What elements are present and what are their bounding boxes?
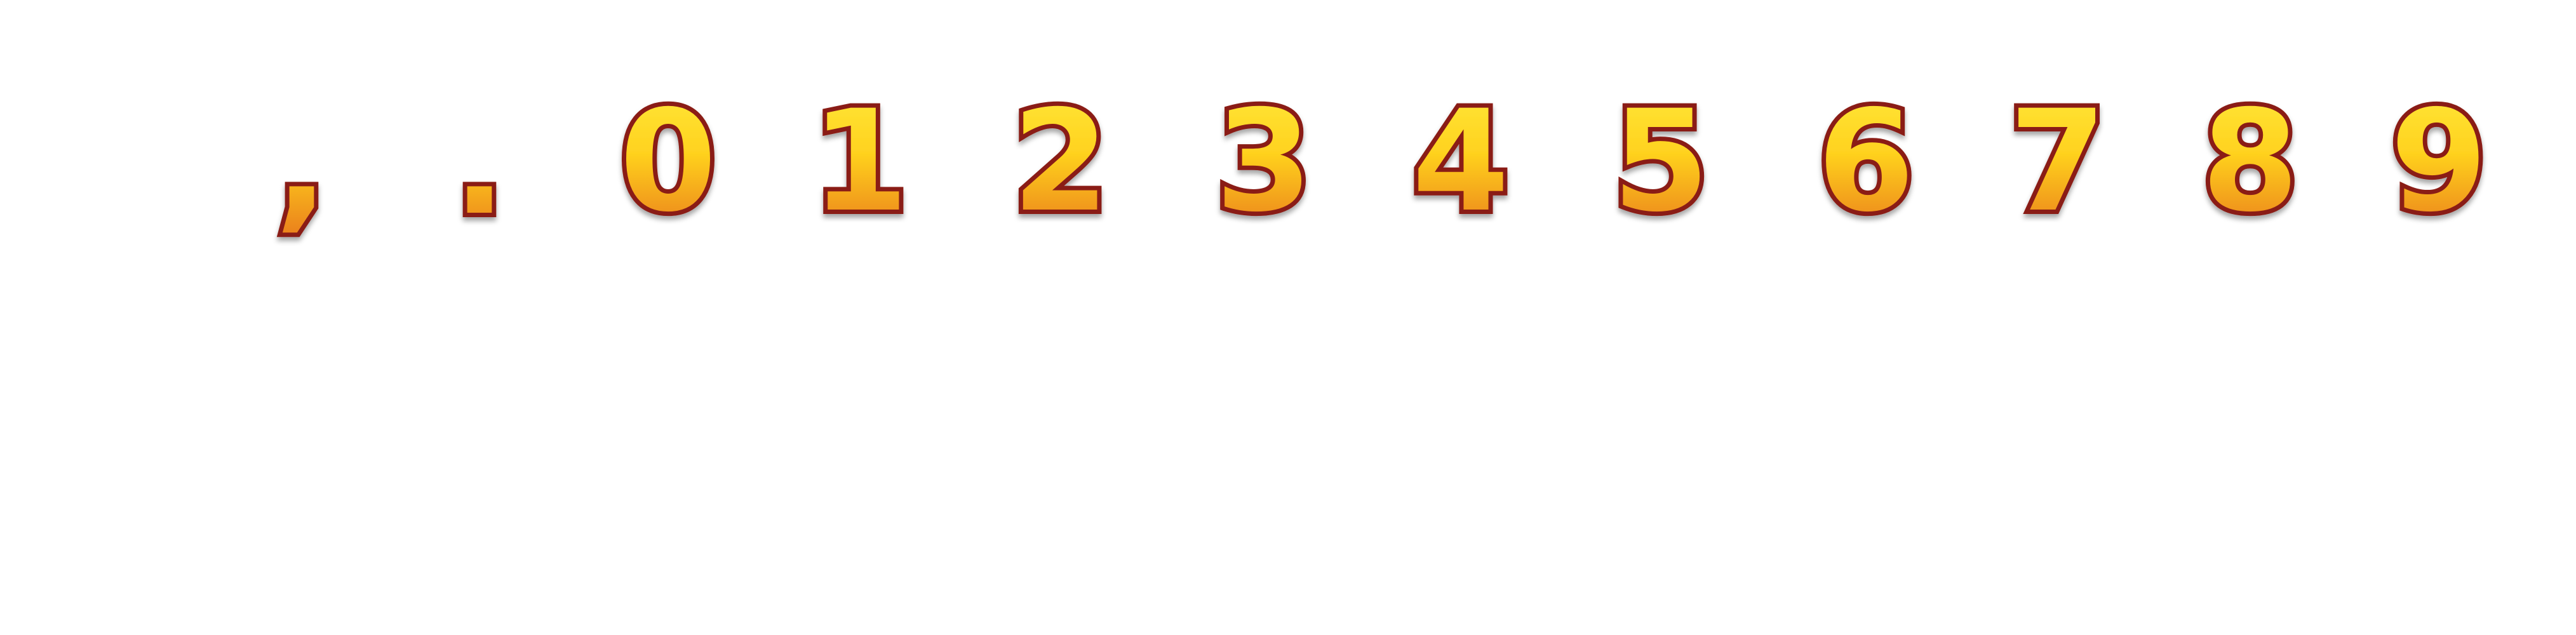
glyph-digit-9: 9 (2382, 67, 2496, 247)
glyph-digit-8: 8 (2193, 67, 2307, 247)
glyph-digit-7-svg: 7 (2004, 76, 2110, 247)
glyph-digit-3-text: 3 (1215, 80, 1312, 243)
glyph-digit-6-svg: 6 (1813, 76, 1919, 247)
glyph-digit-6: 6 (1809, 67, 1923, 247)
glyph-comma-svg: , (271, 79, 333, 250)
glyph-digit-2-svg: 2 (1007, 76, 1113, 247)
glyph-period: . (422, 67, 537, 250)
glyph-digit-0-text: 0 (619, 80, 716, 243)
glyph-comma: , (245, 67, 359, 250)
glyph-digit-3-svg: 3 (1211, 76, 1317, 247)
glyph-digit-5-svg: 5 (1607, 76, 1714, 247)
glyph-period-text: . (453, 83, 506, 246)
glyph-digit-8-svg: 8 (2197, 76, 2303, 247)
glyph-period-svg: . (448, 79, 511, 250)
glyph-digit-2: 2 (1003, 67, 1118, 247)
glyph-comma-text: , (275, 83, 328, 246)
glyph-digit-4-text: 4 (1412, 80, 1509, 243)
glyph-digit-4: 4 (1404, 67, 1518, 247)
glyph-digit-3: 3 (1207, 67, 1321, 247)
glyph-digit-8-text: 8 (2201, 80, 2298, 243)
glyph-digit-5-text: 5 (1612, 80, 1709, 243)
glyph-digit-9-text: 9 (2390, 80, 2487, 243)
glyph-digit-9-svg: 9 (2385, 76, 2492, 247)
glyph-digit-0-svg: 0 (615, 76, 721, 247)
glyph-digit-6-text: 6 (1817, 80, 1914, 243)
glyph-digit-2-text: 2 (1012, 80, 1109, 243)
glyph-digit-5: 5 (1604, 67, 1718, 247)
glyph-digit-4-svg: 4 (1407, 76, 1513, 247)
digit-sprite-sheet: , . 0 1 2 3 4 5 6 7 8 9 (0, 0, 2576, 635)
glyph-digit-1-svg: 1 (807, 76, 913, 247)
glyph-digit-7: 7 (2001, 67, 2115, 247)
glyph-digit-0: 0 (611, 67, 725, 247)
glyph-digit-1: 1 (803, 67, 917, 247)
glyph-digit-7-text: 7 (2009, 80, 2106, 243)
glyph-digit-1-text: 1 (811, 80, 908, 243)
